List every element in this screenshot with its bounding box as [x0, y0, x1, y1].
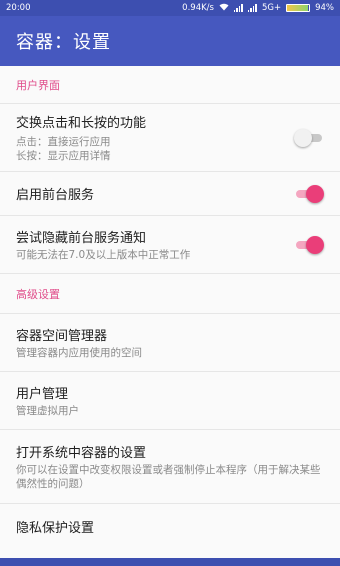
battery-level: 94%: [315, 3, 334, 13]
battery-icon: [286, 4, 311, 12]
switch-thumb: [306, 235, 324, 254]
setting-hide-notification[interactable]: 尝试隐藏前台服务通知 可能无法在7.0及以上版本中正常工作: [0, 216, 340, 274]
setting-system-settings[interactable]: 打开系统中容器的设置 你可以在设置中改变权限设置或者强制停止本程序（用于解决某些…: [0, 430, 340, 504]
setting-subtitle: 点击：直接运行应用: [16, 136, 111, 148]
setting-title: 尝试隐藏前台服务通知: [16, 231, 147, 246]
wifi-icon: [219, 3, 229, 14]
page-title: 容器：设置: [16, 32, 111, 53]
setting-subtitle-2: 长按：显示应用详情: [16, 150, 111, 162]
setting-privacy[interactable]: 隐私保护设置: [0, 504, 340, 548]
section-header-advanced: 高级设置: [0, 274, 340, 314]
setting-space-manager[interactable]: 容器空间管理器 管理容器内应用使用的空间: [0, 314, 340, 372]
setting-title: 容器空间管理器: [16, 329, 108, 344]
foreground-service-switch[interactable]: [294, 184, 324, 203]
switch-thumb: [306, 184, 324, 203]
setting-foreground-service[interactable]: 启用前台服务: [0, 172, 340, 216]
network-type: 5G+: [261, 3, 282, 13]
swap-click-switch[interactable]: [294, 128, 324, 147]
navigation-bar: [0, 558, 340, 566]
status-time: 20:00: [6, 3, 31, 13]
hide-notification-switch[interactable]: [294, 235, 324, 254]
setting-subtitle: 管理虚拟用户: [16, 405, 79, 417]
setting-subtitle: 可能无法在7.0及以上版本中正常工作: [16, 249, 191, 261]
section-header-ui: 用户界面: [0, 66, 340, 104]
setting-title: 打开系统中容器的设置: [16, 446, 147, 461]
app-bar: 容器：设置: [0, 16, 340, 66]
setting-title: 交换点击和长按的功能: [16, 116, 147, 131]
setting-title: 隐私保护设置: [16, 520, 95, 536]
settings-list: 用户界面 交换点击和长按的功能 点击：直接运行应用 长按：显示应用详情 启用前台…: [0, 66, 340, 558]
network-speed: 0.94K/s: [182, 3, 214, 13]
setting-subtitle: 管理容器内应用使用的空间: [16, 347, 142, 359]
setting-subtitle: 你可以在设置中改变权限设置或者强制停止本程序（用于解决某些偶然性的问题）: [16, 464, 321, 490]
switch-thumb: [294, 128, 312, 147]
setting-title: 用户管理: [16, 387, 69, 402]
signal-icon: [233, 4, 243, 12]
setting-title: 启用前台服务: [16, 188, 95, 203]
signal-icon-2: [247, 4, 257, 12]
setting-swap-click[interactable]: 交换点击和长按的功能 点击：直接运行应用 长按：显示应用详情: [0, 104, 340, 172]
setting-user-manager[interactable]: 用户管理 管理虚拟用户: [0, 372, 340, 430]
status-indicators: 0.94K/s 5G+ 94%: [182, 3, 334, 14]
status-bar: 20:00 0.94K/s 5G+ 94%: [0, 0, 340, 16]
